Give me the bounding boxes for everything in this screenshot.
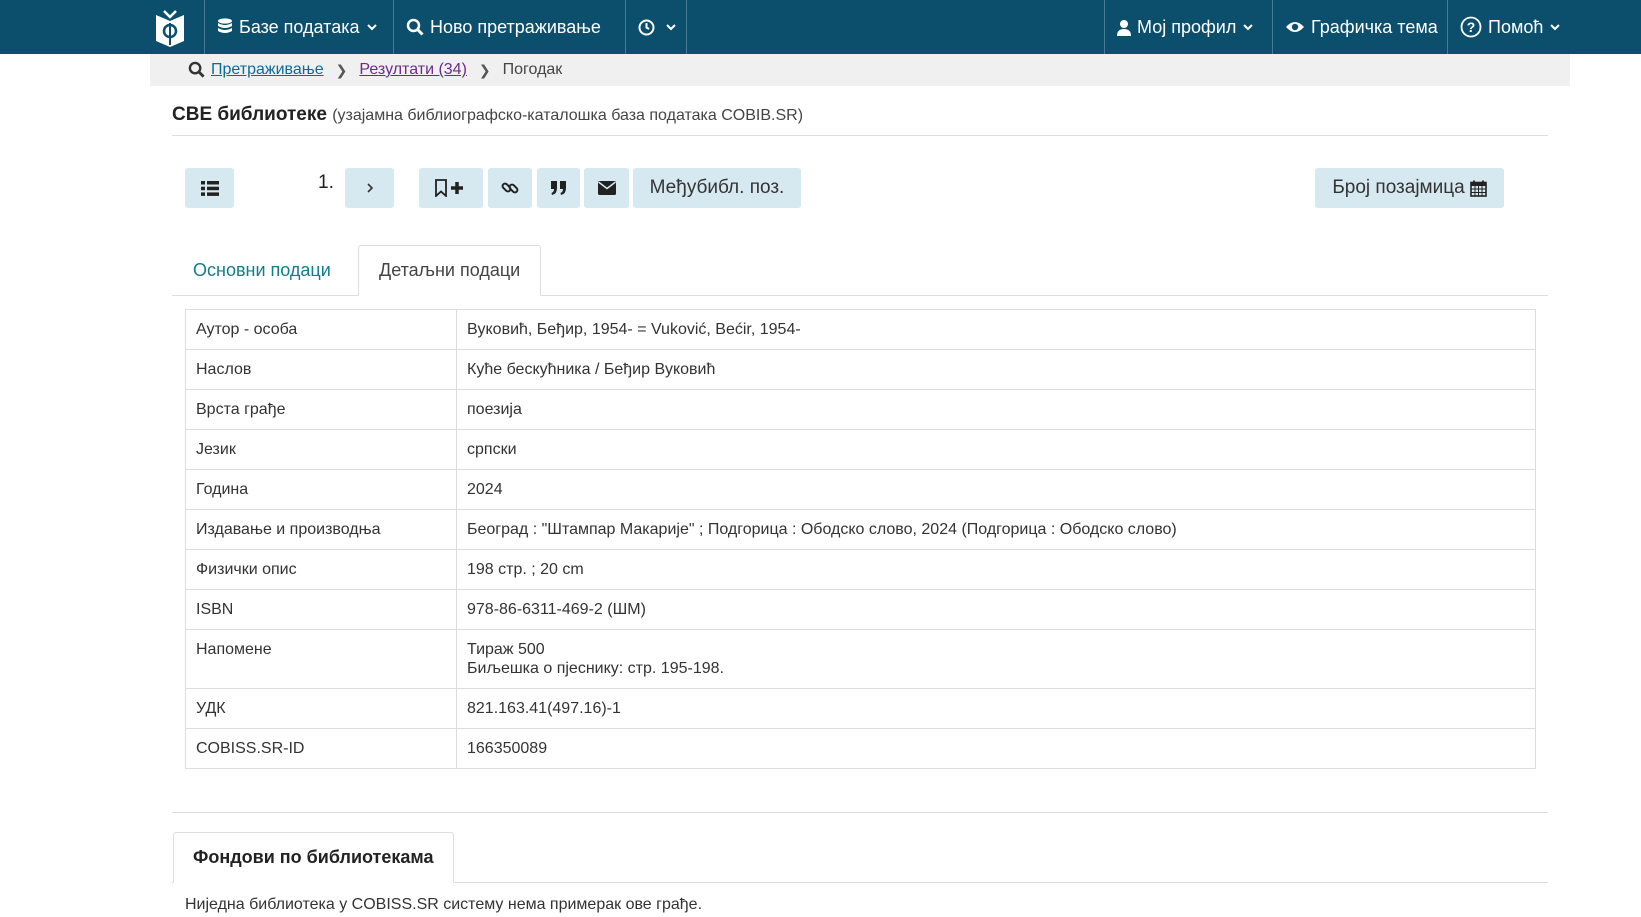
chevron-right-icon: ❯: [335, 61, 348, 78]
field-value: 198 стр. ; 20 cm: [456, 549, 1536, 590]
nav-my-profile-label: Мој профил: [1137, 16, 1237, 37]
table-row: Језик српски: [185, 429, 1536, 470]
field-value: Вуковић, Беђир, 1954- = Vuković, Bećir, …: [456, 309, 1536, 350]
chevron-down-icon: [1243, 24, 1254, 31]
envelope-icon: [597, 181, 616, 195]
field-label: COBISS.SR-ID: [185, 728, 457, 769]
table-row: ISBN 978-86-6311-469-2 (ШМ): [185, 589, 1536, 630]
field-value: Куће бескућника / Беђир Вуковић: [456, 349, 1536, 390]
loan-count-button[interactable]: Број позајмица: [1315, 168, 1504, 208]
table-row: Напомене Тираж 500 Биљешка о пјеснику: стр…: [185, 629, 1536, 689]
search-icon: [188, 61, 205, 78]
breadcrumb: Претраживање ❯ Резултати (34) ❯ Погодак: [150, 54, 1570, 86]
field-label: Језик: [185, 429, 457, 470]
tab-basic-data[interactable]: Основни подаци: [173, 245, 351, 296]
field-label: УДК: [185, 688, 457, 729]
field-label: Аутор - особа: [185, 309, 457, 350]
nav-theme[interactable]: Графичка тема: [1272, 0, 1447, 54]
eye-icon: [1286, 22, 1304, 32]
field-value: Београд : "Штампар Макарије" ; Подгорица…: [456, 509, 1536, 550]
no-copies-message: Ниједна библиотека у COBISS.SR систему н…: [185, 896, 703, 913]
table-row: Наслов Куће бескућника / Беђир Вуковић: [185, 349, 1536, 390]
tab-basic-data-label: Основни подаци: [193, 260, 331, 280]
divider: [172, 135, 1548, 136]
breadcrumb-results-link[interactable]: Резултати (34): [359, 61, 467, 79]
field-label: ISBN: [185, 589, 457, 630]
chevron-down-icon: [666, 24, 676, 31]
tab-holdings-label: Фондови по библиотекама: [193, 847, 434, 867]
user-icon: [1117, 19, 1131, 36]
field-label: Физички опис: [185, 549, 457, 590]
database-title: СВЕ библиотеке (узајамна библиографско-к…: [172, 104, 803, 126]
table-row: Година 2024: [185, 469, 1536, 510]
calendar-icon: [1469, 180, 1487, 197]
interlibrary-loan-button[interactable]: Међубибл. поз.: [633, 168, 801, 208]
svg-text:?: ?: [1467, 19, 1476, 35]
field-label: Напомене: [185, 629, 457, 689]
note-line: Тираж 500: [467, 641, 545, 658]
divider: [172, 812, 1548, 813]
tab-detailed-data[interactable]: Детаљни подаци: [358, 245, 542, 296]
database-icon: [218, 18, 232, 33]
tab-holdings[interactable]: Фондови по библиотекама: [173, 832, 454, 883]
database-subtitle: (узајамна библиографско-каталошка база п…: [332, 107, 804, 124]
permalink-button[interactable]: [488, 168, 532, 208]
nav-databases[interactable]: Базе података: [204, 0, 392, 54]
loan-count-label: Број позајмица: [1332, 177, 1465, 198]
chevron-down-icon: [366, 24, 377, 31]
email-button[interactable]: [584, 168, 629, 208]
field-label: Година: [185, 469, 457, 510]
bookmark-plus-icon: [435, 179, 463, 197]
table-row: Физички опис 198 стр. ; 20 cm: [185, 549, 1536, 590]
tab-detailed-data-label: Детаљни подаци: [379, 260, 521, 280]
field-value: 978-86-6311-469-2 (ШМ): [456, 589, 1536, 630]
cite-button[interactable]: [537, 168, 580, 208]
cobiss-logo-icon[interactable]: [152, 9, 188, 47]
nav-new-search-label: Ново претраживање: [430, 16, 601, 37]
table-row: COBISS.SR-ID 166350089: [185, 728, 1536, 769]
nav-history[interactable]: [625, 0, 687, 54]
field-value: поезија: [456, 389, 1536, 430]
field-value: српски: [456, 429, 1536, 470]
chevron-right-icon: ❯: [478, 61, 491, 78]
field-label: Врста грађе: [185, 389, 457, 430]
breadcrumb-current: Погодак: [502, 61, 563, 78]
add-bookmark-button[interactable]: [419, 168, 483, 208]
link-icon: [501, 182, 519, 194]
nav-new-search[interactable]: Ново претраживање: [393, 0, 625, 54]
clock-icon: [638, 19, 655, 35]
quote-icon: [550, 181, 566, 195]
field-value: 166350089: [456, 728, 1536, 769]
breadcrumb-search-link[interactable]: Претраживање: [211, 61, 324, 79]
table-row: Издавање и производња Београд : "Штампар …: [185, 509, 1536, 550]
nav-databases-label: Базе података: [239, 16, 360, 37]
chevron-down-icon: [1550, 24, 1561, 31]
table-row: УДК 821.163.41(497.16)-1: [185, 688, 1536, 729]
field-value-multiline: Тираж 500 Биљешка о пјеснику: стр. 195-19…: [456, 629, 1536, 689]
field-value: 821.163.41(497.16)-1: [456, 688, 1536, 729]
field-value: 2024: [456, 469, 1536, 510]
table-row: Аутор - особа Вуковић, Беђир, 1954- = Vuk…: [185, 309, 1536, 350]
next-hit-button[interactable]: [345, 168, 394, 208]
interlibrary-loan-label: Међубибл. поз.: [649, 177, 785, 198]
record-details-table: Аутор - особа Вуковић, Беђир, 1954- = Vuk…: [185, 309, 1536, 769]
search-icon: [406, 18, 424, 36]
top-navbar: Базе података Ново претраживање Мој проф…: [0, 0, 1641, 54]
field-label: Издавање и производња: [185, 509, 457, 550]
table-row: Врста грађе поезија: [185, 389, 1536, 430]
field-label: Наслов: [185, 349, 457, 390]
list-icon: [200, 180, 219, 196]
nav-help-label: Помоћ: [1488, 16, 1544, 37]
nav-help[interactable]: ? Помоћ: [1447, 0, 1567, 54]
nav-my-profile[interactable]: Мој профил: [1104, 0, 1272, 54]
chevron-right-icon: [366, 183, 373, 193]
hit-number: 1.: [318, 172, 334, 193]
database-name: СВЕ библиотеке: [172, 104, 327, 125]
help-icon: ?: [1460, 16, 1482, 38]
nav-theme-label: Графичка тема: [1311, 16, 1438, 37]
results-list-button[interactable]: [185, 168, 234, 208]
note-line: Биљешка о пјеснику: стр. 195-198.: [467, 660, 724, 677]
